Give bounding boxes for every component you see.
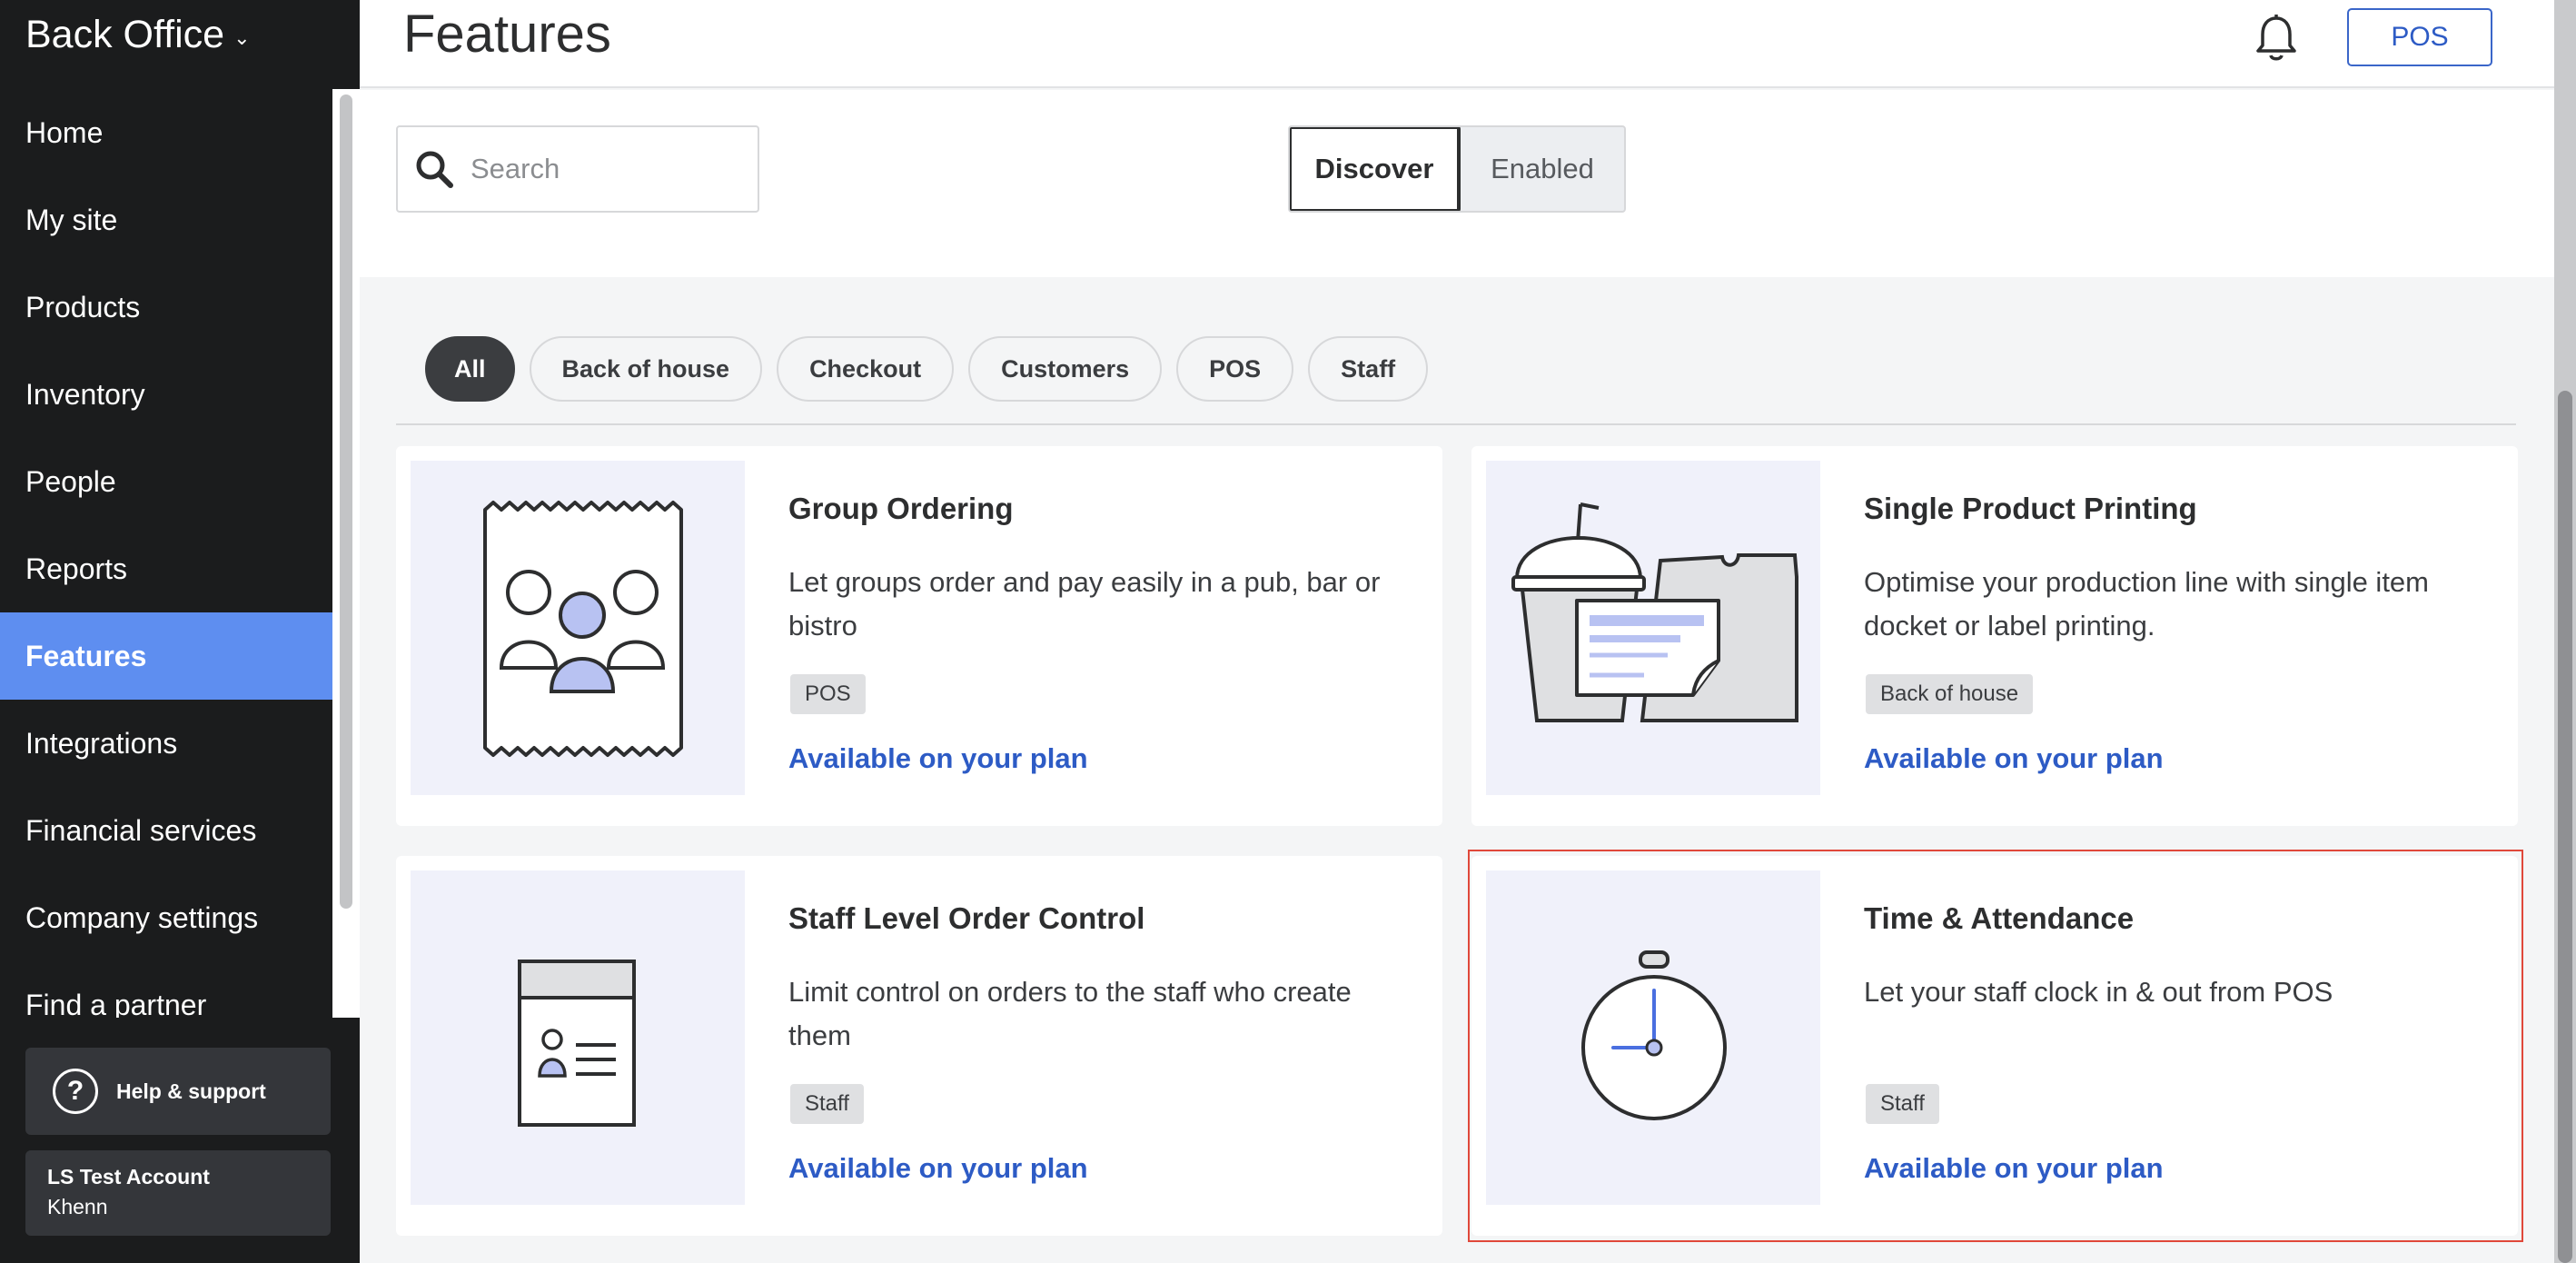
printing-illustration	[1486, 461, 1820, 795]
filter-chip-back-of-house[interactable]: Back of house	[529, 336, 763, 402]
filters-divider	[396, 423, 2516, 425]
sidebar-item-people[interactable]: People	[0, 438, 332, 525]
category-filters: All Back of house Checkout Customers POS…	[425, 336, 1429, 402]
sidebar-item-label: Find a partner	[25, 988, 207, 1019]
sidebar-item-label: People	[25, 464, 116, 498]
card-description: Optimise your production line with singl…	[1864, 566, 2429, 641]
sidebar-item-company-settings[interactable]: Company settings	[0, 874, 332, 961]
sidebar-item-label: Integrations	[25, 726, 178, 760]
sidebar-item-home[interactable]: Home	[0, 89, 332, 176]
available-on-plan-link[interactable]: Available on your plan	[1864, 742, 2164, 775]
view-toggle: Discover Enabled	[1288, 125, 1626, 213]
sidebar-item-label: Inventory	[25, 377, 145, 411]
sidebar: Back Office ⌄ Home My site Products Inve…	[0, 0, 360, 1263]
card-tag: POS	[790, 674, 866, 714]
card-title: Staff Level Order Control	[788, 901, 1145, 935]
sidebar-item-label: My site	[25, 203, 118, 236]
help-support-button[interactable]: ? Help & support	[25, 1048, 331, 1135]
card-title: Single Product Printing	[1864, 492, 2197, 525]
account-user: Khenn	[47, 1195, 108, 1218]
filter-chip-customers[interactable]: Customers	[968, 336, 1163, 402]
sidebar-item-features[interactable]: Features	[0, 612, 332, 700]
feature-card-time-attendance[interactable]: Time & Attendance Let your staff clock i…	[1471, 856, 2518, 1236]
app-switcher[interactable]: Back Office ⌄	[25, 13, 251, 57]
account-name: LS Test Account	[47, 1165, 210, 1188]
filter-chip-all[interactable]: All	[425, 336, 515, 402]
stopwatch-illustration	[1486, 870, 1820, 1205]
card-tag: Staff	[790, 1084, 864, 1124]
chevron-down-icon: ⌄	[233, 25, 251, 49]
card-description: Limit control on orders to the staff who…	[788, 976, 1352, 1051]
card-title: Group Ordering	[788, 492, 1014, 525]
search-icon	[416, 151, 453, 188]
page-header: Features POS	[360, 0, 2554, 88]
card-description: Let groups order and pay easily in a pub…	[788, 566, 1381, 641]
help-icon: ?	[53, 1069, 98, 1114]
card-tag: Back of house	[1866, 674, 2034, 714]
app-title: Back Office	[25, 13, 225, 56]
sidebar-nav: Home My site Products Inventory People R…	[0, 89, 332, 1018]
search-box[interactable]	[396, 125, 759, 213]
card-title: Time & Attendance	[1864, 901, 2135, 935]
sidebar-item-label: Company settings	[25, 900, 259, 934]
sidebar-scrollbar-thumb[interactable]	[340, 94, 352, 909]
sidebar-item-label: Reports	[25, 552, 128, 585]
features-toolbar: Discover Enabled	[360, 90, 2554, 277]
bell-icon[interactable]	[2249, 11, 2304, 65]
sidebar-item-integrations[interactable]: Integrations	[0, 700, 332, 787]
main-scrollbar-thumb[interactable]	[2558, 391, 2572, 1263]
sidebar-item-label: Products	[25, 290, 141, 323]
sidebar-item-financial-services[interactable]: Financial services	[0, 787, 332, 874]
feature-card-group-ordering[interactable]: Group Ordering Let groups order and pay …	[396, 446, 1442, 826]
staff-badge-illustration	[411, 870, 745, 1205]
sidebar-item-my-site[interactable]: My site	[0, 176, 332, 264]
available-on-plan-link[interactable]: Available on your plan	[1864, 1152, 2164, 1185]
group-receipt-illustration	[411, 461, 745, 795]
tab-discover[interactable]: Discover	[1290, 127, 1461, 211]
sidebar-item-products[interactable]: Products	[0, 264, 332, 351]
feature-card-staff-level-order-control[interactable]: Staff Level Order Control Limit control …	[396, 856, 1442, 1236]
account-switcher[interactable]: LS Test Account Khenn	[25, 1150, 331, 1236]
sidebar-item-find-a-partner[interactable]: Find a partner	[0, 961, 332, 1019]
sidebar-item-label: Features	[25, 639, 147, 672]
search-input[interactable]	[471, 153, 743, 185]
filter-chip-checkout[interactable]: Checkout	[777, 336, 955, 402]
main-content: Features POS Discover Enabled All Back o…	[360, 0, 2554, 1263]
sidebar-item-inventory[interactable]: Inventory	[0, 351, 332, 438]
sidebar-item-reports[interactable]: Reports	[0, 525, 332, 612]
feature-card-single-product-printing[interactable]: Single Product Printing Optimise your pr…	[1471, 446, 2518, 826]
pos-button[interactable]: POS	[2347, 8, 2492, 66]
tab-enabled[interactable]: Enabled	[1461, 127, 1624, 211]
card-tag: Staff	[1866, 1084, 1939, 1124]
sidebar-item-label: Financial services	[25, 813, 257, 847]
available-on-plan-link[interactable]: Available on your plan	[788, 742, 1088, 775]
sidebar-item-label: Home	[25, 115, 104, 149]
page-title: Features	[403, 5, 611, 64]
filter-chip-staff[interactable]: Staff	[1308, 336, 1429, 402]
help-label: Help & support	[116, 1079, 266, 1103]
filter-chip-pos[interactable]: POS	[1176, 336, 1294, 402]
available-on-plan-link[interactable]: Available on your plan	[788, 1152, 1088, 1185]
card-description: Let your staff clock in & out from POS	[1864, 976, 2333, 1008]
